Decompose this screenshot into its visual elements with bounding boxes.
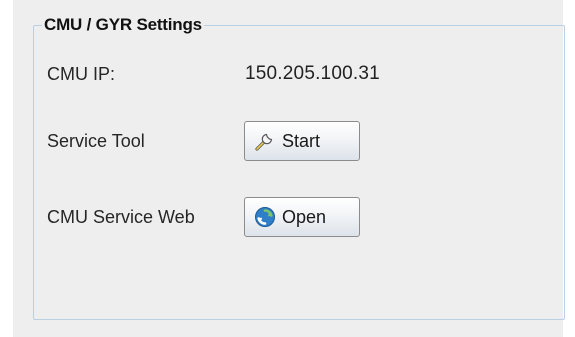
open-service-web-button[interactable]: Open — [244, 197, 360, 237]
service-tool-label: Service Tool — [47, 131, 145, 151]
settings-panel: CMU / GYR Settings CMU IP: 150.205.100.3… — [13, 0, 565, 337]
cmu-service-web-label: CMU Service Web — [47, 207, 195, 227]
cmu-ip-value: 150.205.100.31 — [245, 63, 380, 84]
open-button-label: Open — [282, 206, 327, 227]
start-button-label: Start — [282, 130, 321, 151]
start-service-tool-button[interactable]: Start — [244, 121, 360, 161]
wrench-icon — [254, 130, 276, 152]
cmu-gyr-settings-group: CMU / GYR Settings — [33, 15, 565, 320]
cmu-ip-label: CMU IP: — [47, 64, 116, 84]
browser-refresh-icon — [254, 206, 276, 228]
group-title: CMU / GYR Settings — [44, 15, 202, 34]
